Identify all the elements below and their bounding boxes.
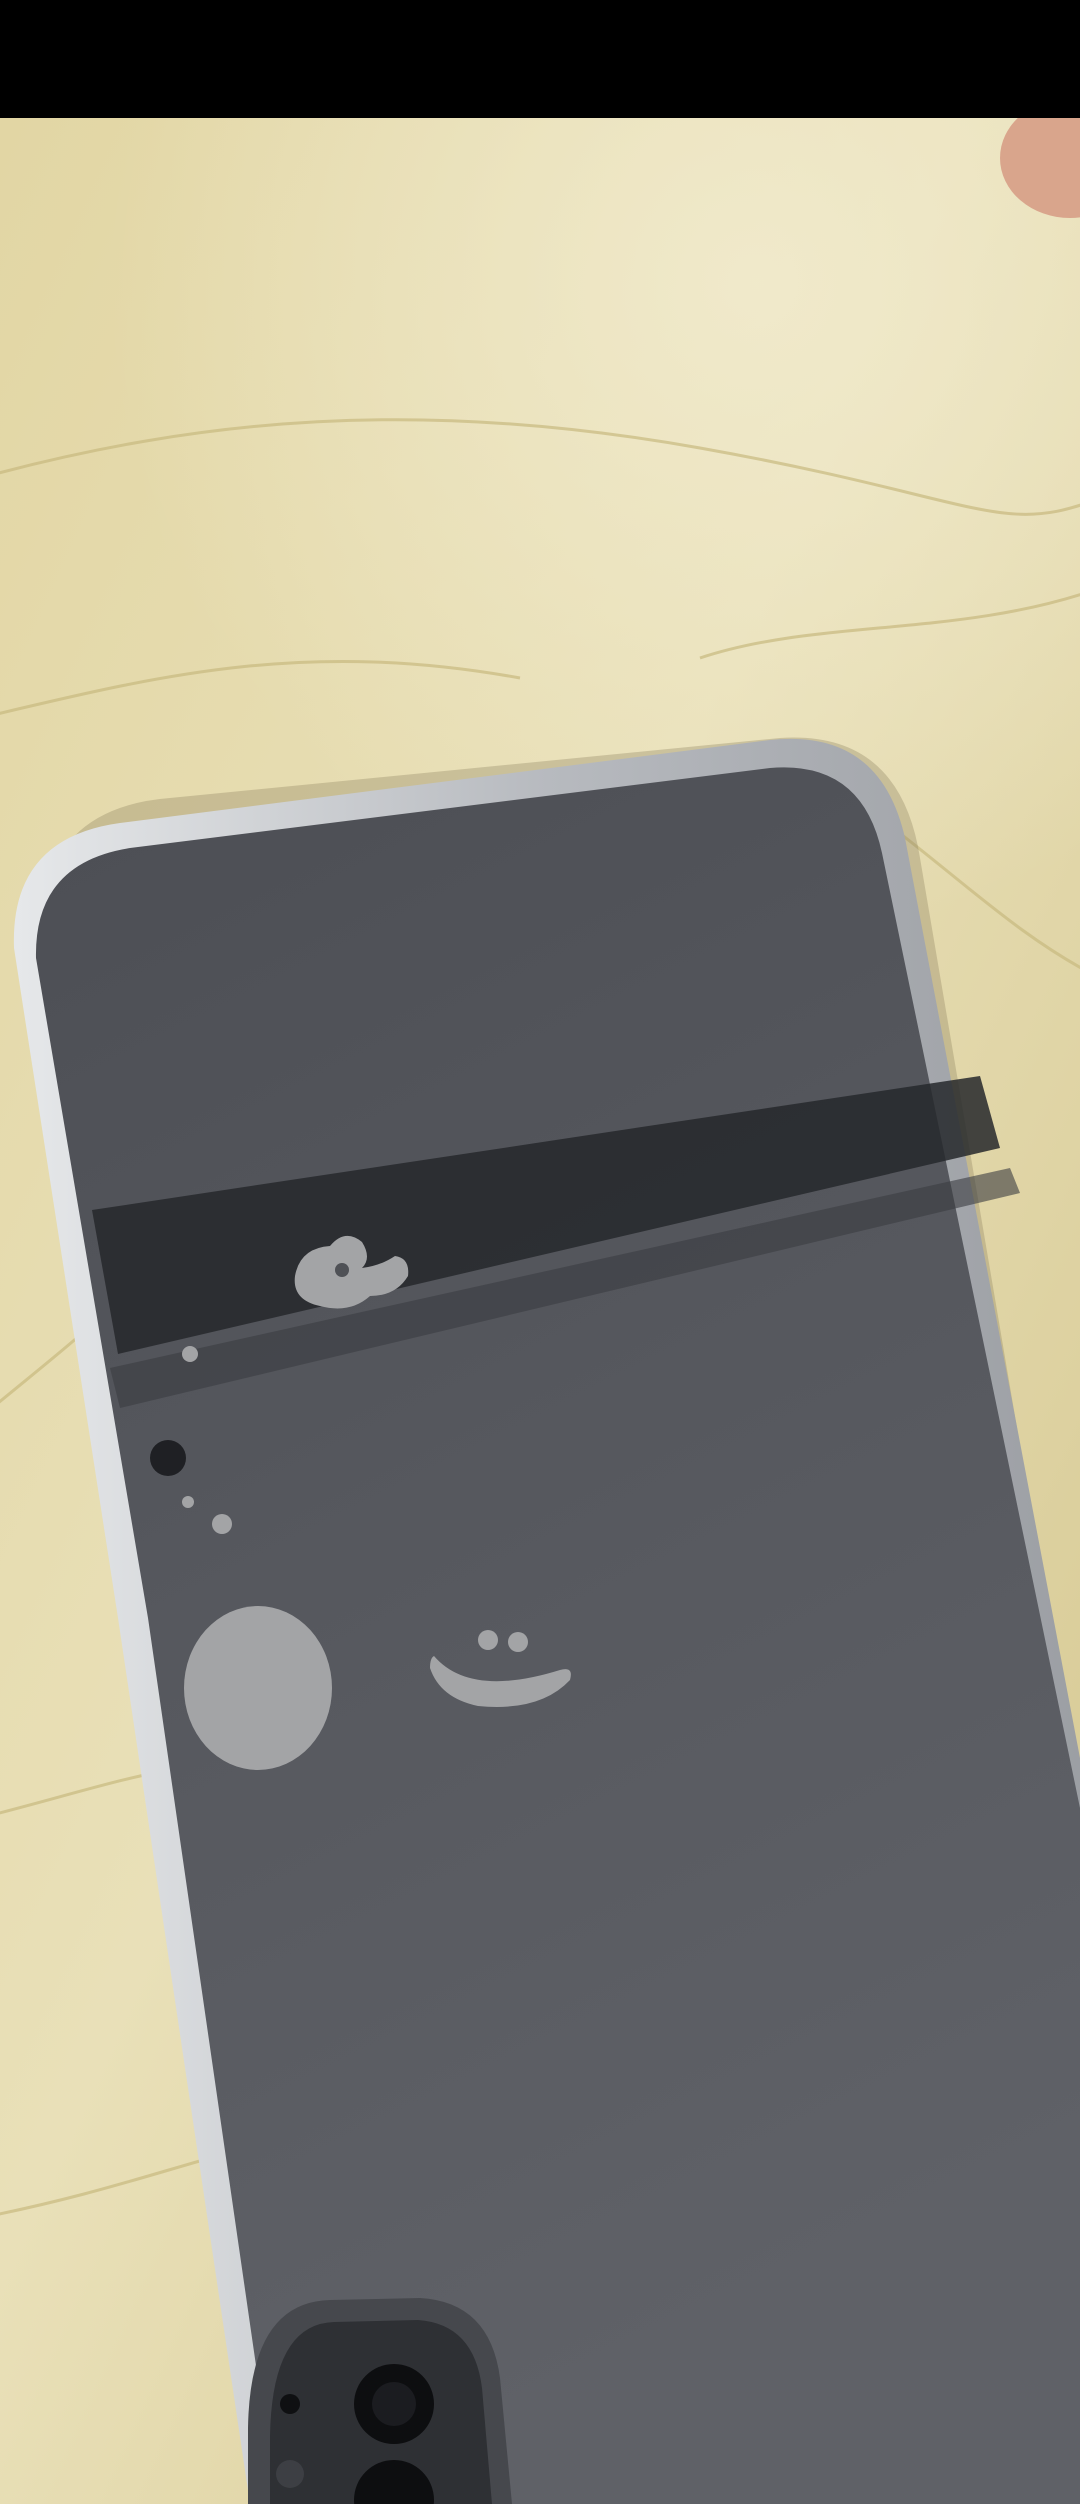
- dark-spot: [150, 1440, 186, 1476]
- photo-frame: [0, 0, 1080, 2504]
- top-letterbox: [0, 0, 1080, 118]
- photo-scene: [0, 118, 1080, 2504]
- round-sticker: [184, 1606, 332, 1770]
- camera-module-icon: [248, 2298, 512, 2504]
